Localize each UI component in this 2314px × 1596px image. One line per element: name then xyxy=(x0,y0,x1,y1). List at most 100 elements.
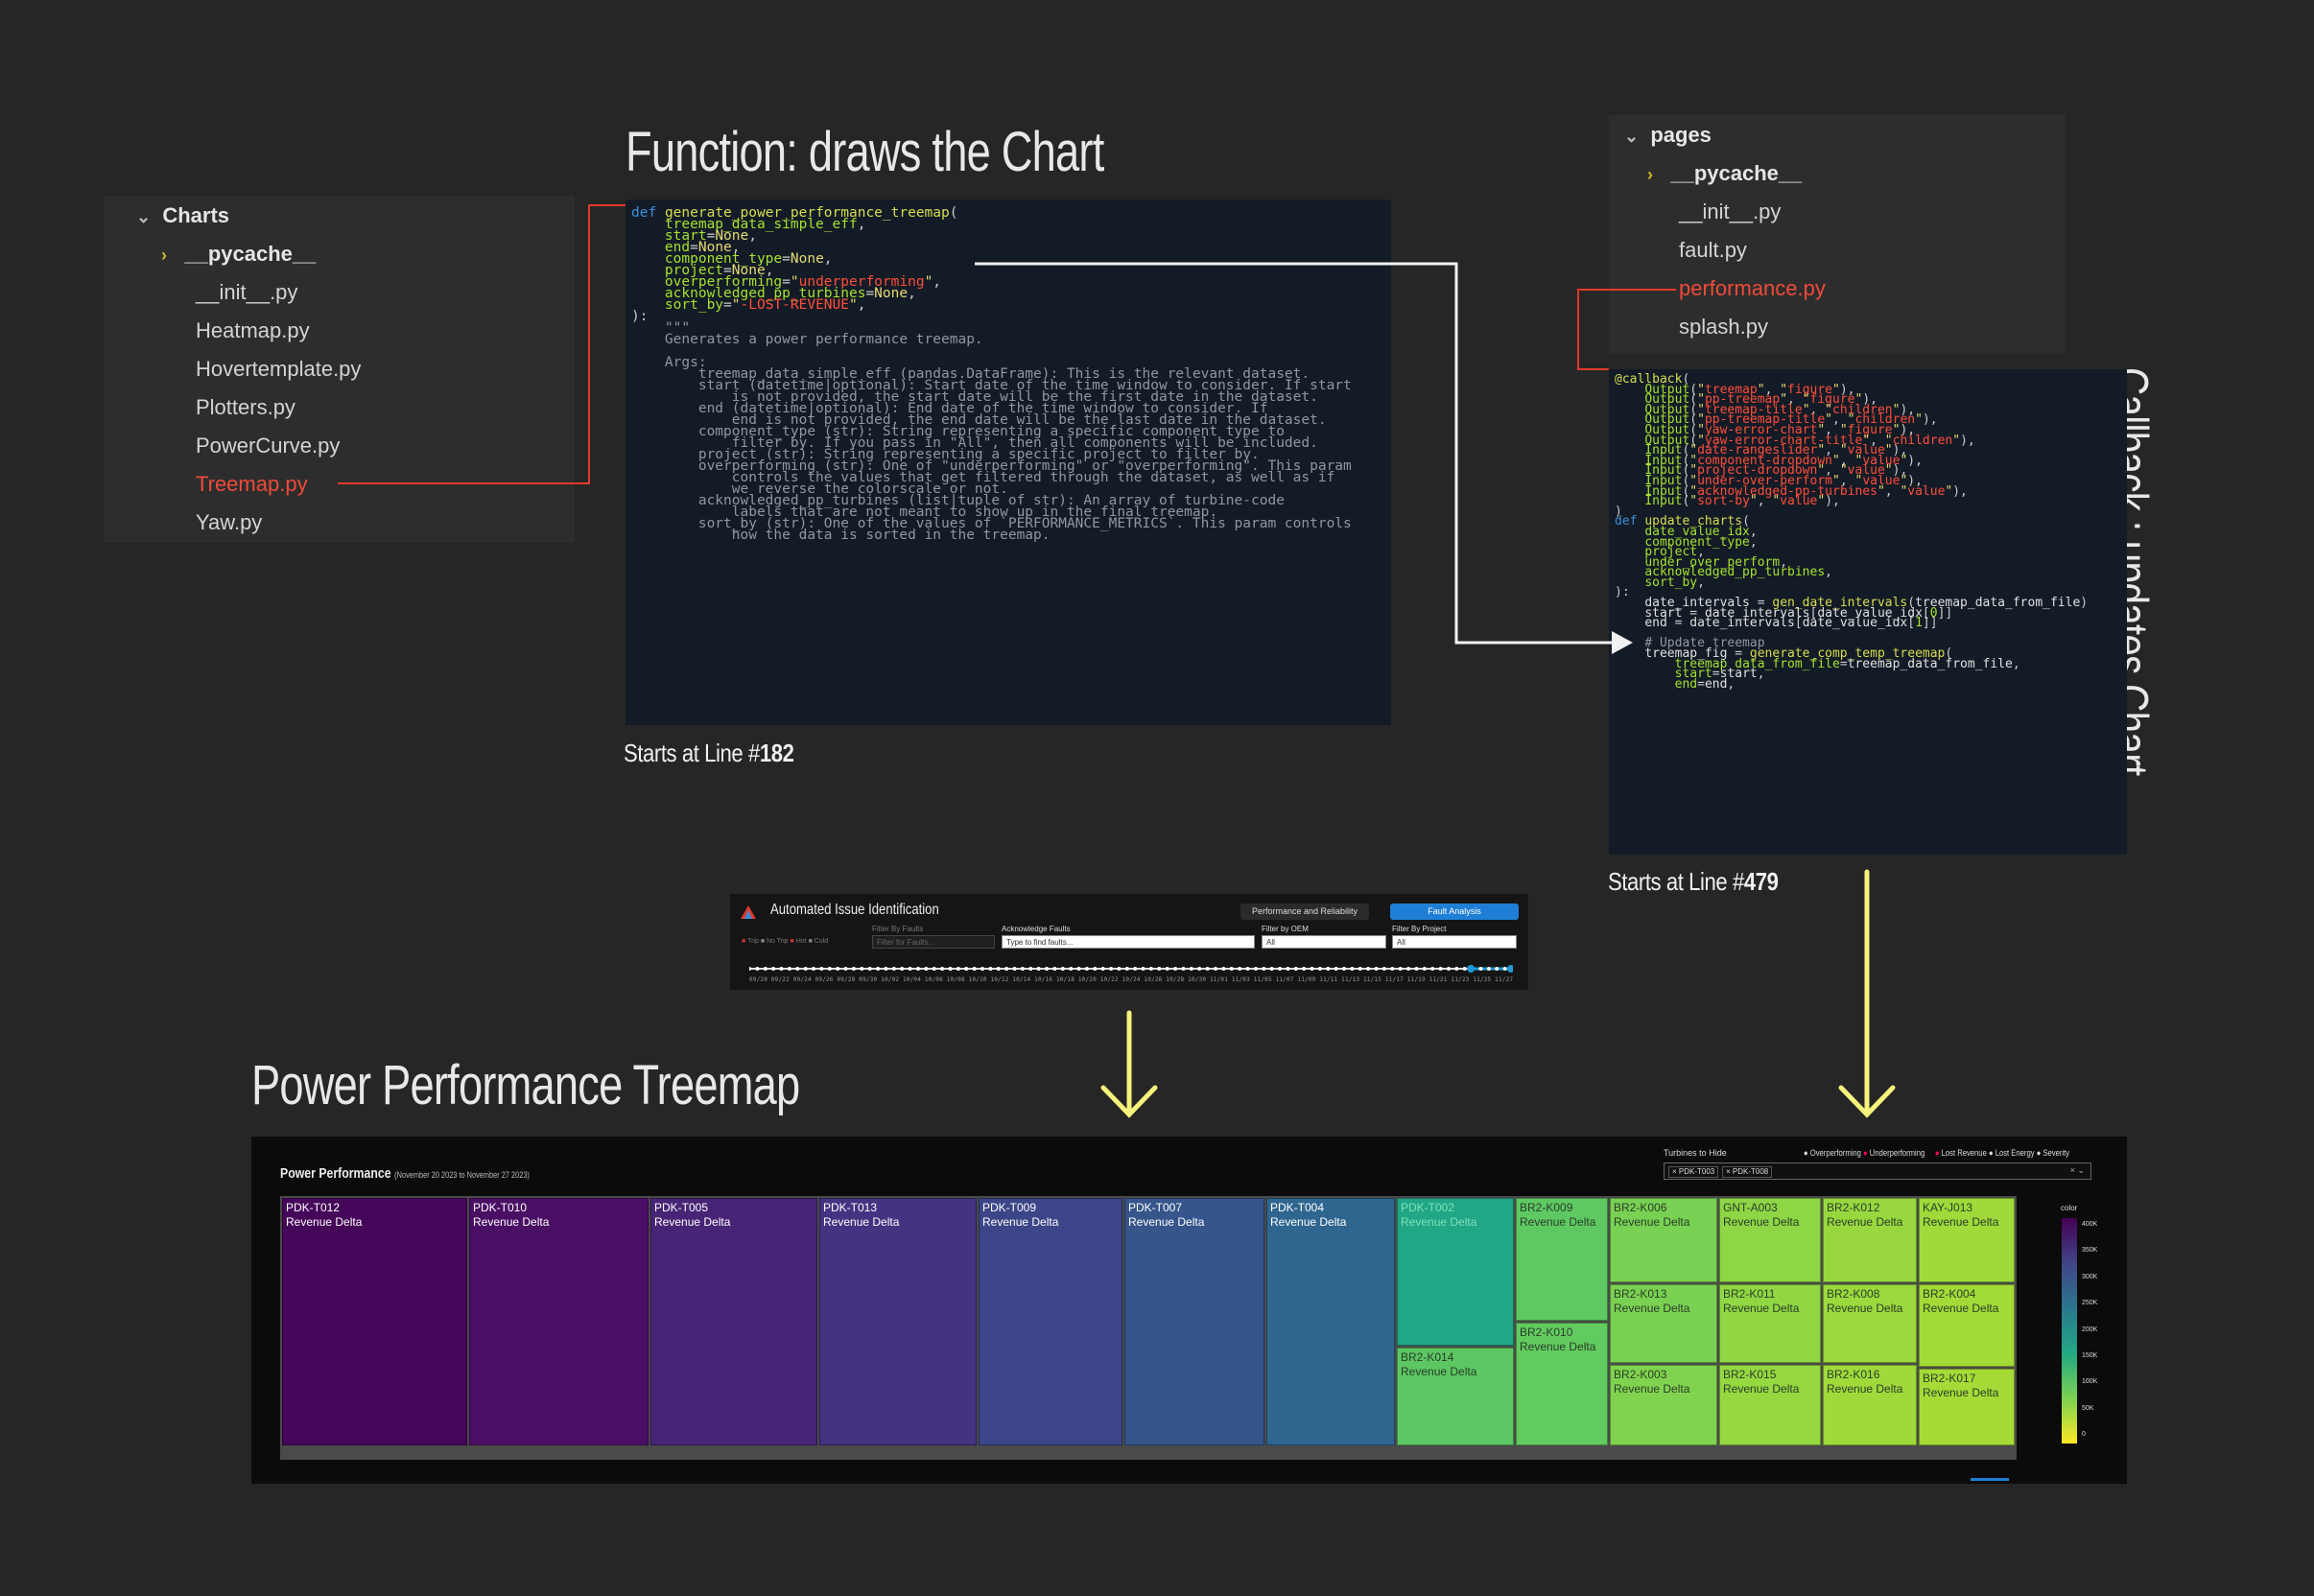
treemap-tile[interactable]: PDK-T012 Revenue Delta xyxy=(282,1198,467,1445)
radio-icon[interactable]: ● xyxy=(1804,1148,1808,1158)
slider-dot xyxy=(996,967,1001,971)
slider-dot xyxy=(867,967,872,971)
tile-sublabel: Revenue Delta xyxy=(1614,1382,1690,1396)
slider-dot xyxy=(1221,967,1226,971)
treemap-tile[interactable]: PDK-T005 Revenue Delta xyxy=(650,1198,817,1445)
turbines-to-hide-select[interactable]: × PDK-T003 × PDK-T008 × ⌄ xyxy=(1664,1162,2091,1180)
tile-label: PDK-T002 xyxy=(1401,1201,1455,1214)
treemap-tile[interactable]: BR2-K013 Revenue Delta xyxy=(1610,1284,1717,1363)
oem-select[interactable]: All xyxy=(1262,935,1386,949)
slider-dot xyxy=(1374,967,1379,971)
slider-dot xyxy=(1093,967,1098,971)
treemap-tile[interactable]: BR2-K003 Revenue Delta xyxy=(1610,1365,1717,1445)
treemap-tile[interactable]: BR2-K016 Revenue Delta xyxy=(1823,1365,1917,1445)
slider-dot xyxy=(1141,967,1145,971)
tab-fault-analysis[interactable]: Fault Analysis xyxy=(1390,904,1519,920)
treemap-tile[interactable]: GNT-A003 Revenue Delta xyxy=(1719,1198,1821,1282)
hidden-turbine-tag[interactable]: × PDK-T003 xyxy=(1668,1166,1719,1178)
tile-sublabel: Revenue Delta xyxy=(286,1215,363,1229)
slider-dot xyxy=(940,967,945,971)
tab-performance-reliability[interactable]: Performance and Reliability xyxy=(1240,904,1369,920)
tile-sublabel: Revenue Delta xyxy=(823,1215,900,1229)
slider-dot xyxy=(1269,967,1274,971)
slider-dot xyxy=(1197,967,1202,971)
slider-dot xyxy=(1084,967,1089,971)
slider-dot xyxy=(908,967,912,971)
tile-sublabel: Revenue Delta xyxy=(1923,1215,1999,1229)
treemap-tile[interactable]: BR2-K011 Revenue Delta xyxy=(1719,1284,1821,1363)
slider-dot xyxy=(1238,967,1242,971)
slider-dot xyxy=(1293,967,1298,971)
treemap-tile[interactable]: BR2-K014 Revenue Delta xyxy=(1397,1348,1514,1445)
tile-label: BR2-K008 xyxy=(1827,1287,1880,1301)
slider-dot xyxy=(1036,967,1041,971)
treemap-tile[interactable]: PDK-T002 Revenue Delta xyxy=(1397,1198,1514,1346)
slider-dot xyxy=(1366,967,1371,971)
slider-dot xyxy=(932,967,936,971)
slider-dot xyxy=(1214,967,1217,971)
svg-text:09/20 09/22 09/24 09/26 09/28: 09/20 09/22 09/24 09/26 09/28 09/30 10/0… xyxy=(749,976,1513,983)
tile-label: PDK-T012 xyxy=(286,1201,341,1214)
filter-faults-select[interactable]: Filter for Faults... xyxy=(872,935,995,949)
radio-icon[interactable]: ● xyxy=(1989,1148,1994,1158)
slider-dot xyxy=(1358,967,1362,971)
treemap-tile[interactable]: PDK-T009 Revenue Delta xyxy=(979,1198,1122,1445)
treemap-tile[interactable]: BR2-K008 Revenue Delta xyxy=(1823,1284,1917,1363)
treemap-tile[interactable]: BR2-K010 Revenue Delta xyxy=(1516,1323,1608,1445)
slider-dot xyxy=(1447,967,1451,971)
tile-label: PDK-T013 xyxy=(823,1201,878,1214)
slider-dot xyxy=(1390,967,1395,971)
treemap-tile[interactable]: PDK-T013 Revenue Delta xyxy=(819,1198,977,1445)
slider-dot xyxy=(1398,967,1403,971)
performance-file-connector xyxy=(1577,289,1676,370)
treemap-tile[interactable]: BR2-K012 Revenue Delta xyxy=(1823,1198,1917,1282)
performance-radio-group[interactable]: ● Overperforming ● Underperforming ● Los… xyxy=(1804,1148,2069,1158)
slider-dot xyxy=(1060,967,1065,971)
slider-dot xyxy=(1165,967,1169,971)
slider-dot xyxy=(1012,967,1017,971)
slider-dot xyxy=(1302,967,1307,971)
treemap-tile[interactable]: PDK-T007 Revenue Delta xyxy=(1124,1198,1264,1445)
treemap-tile[interactable]: BR2-K009 Revenue Delta xyxy=(1516,1198,1608,1321)
treemap-tile[interactable]: BR2-K006 Revenue Delta xyxy=(1610,1198,1717,1282)
slider-dot xyxy=(1381,967,1386,971)
slider-dot xyxy=(1438,967,1443,971)
tile-label: PDK-T004 xyxy=(1270,1201,1325,1214)
slider-dot xyxy=(819,967,824,971)
tile-sublabel: Revenue Delta xyxy=(1401,1365,1477,1378)
tile-sublabel: Revenue Delta xyxy=(1520,1340,1596,1353)
slider-dot xyxy=(1317,967,1322,971)
tile-sublabel: Revenue Delta xyxy=(1723,1302,1800,1315)
treemap-tile[interactable]: PDK-T004 Revenue Delta xyxy=(1266,1198,1395,1445)
tile-label: BR2-K009 xyxy=(1520,1201,1573,1214)
ack-faults-select[interactable]: Type to find faults... xyxy=(1002,935,1255,949)
project-select[interactable]: All xyxy=(1392,935,1517,949)
radio-icon[interactable]: ● xyxy=(1863,1148,1868,1158)
slider-dot xyxy=(1181,967,1186,971)
tile-label: BR2-K010 xyxy=(1520,1326,1573,1339)
arrow-right-icon xyxy=(1612,631,1633,654)
treemap-tile[interactable]: BR2-K015 Revenue Delta xyxy=(1719,1365,1821,1445)
tile-label: BR2-K016 xyxy=(1827,1368,1880,1381)
chevron-down-icon[interactable]: × ⌄ xyxy=(2070,1165,2085,1176)
tile-sublabel: Revenue Delta xyxy=(1614,1302,1690,1315)
treemap-tile[interactable]: BR2-K004 Revenue Delta xyxy=(1919,1284,2015,1367)
slider-dot xyxy=(1076,967,1081,971)
hidden-turbine-tag[interactable]: × PDK-T008 xyxy=(1722,1166,1773,1178)
date-rangeslider[interactable]: 09/20 09/22 09/24 09/26 09/28 09/30 10/0… xyxy=(749,963,1513,984)
slider-dot xyxy=(1052,967,1057,971)
slider-dot xyxy=(827,967,832,971)
slider-dot xyxy=(1117,967,1122,971)
slider-dot xyxy=(891,967,896,971)
treemap-tile[interactable]: PDK-T010 Revenue Delta xyxy=(469,1198,649,1445)
slider-dot xyxy=(900,967,905,971)
treemap-tile[interactable]: KAY-J013 Revenue Delta xyxy=(1919,1198,2015,1282)
radio-icon[interactable]: ● xyxy=(2037,1148,2042,1158)
slider-dot xyxy=(851,967,856,971)
slider-dot xyxy=(956,967,960,971)
treemap-tile[interactable]: BR2-K017 Revenue Delta xyxy=(1919,1369,2015,1445)
radio-icon[interactable]: ● xyxy=(1935,1148,1940,1158)
dashboard-header: Automated Issue Identification Performan… xyxy=(730,894,1528,990)
slider-dot xyxy=(964,967,969,971)
colorbar-tick-label: 0 xyxy=(2082,1431,2086,1438)
